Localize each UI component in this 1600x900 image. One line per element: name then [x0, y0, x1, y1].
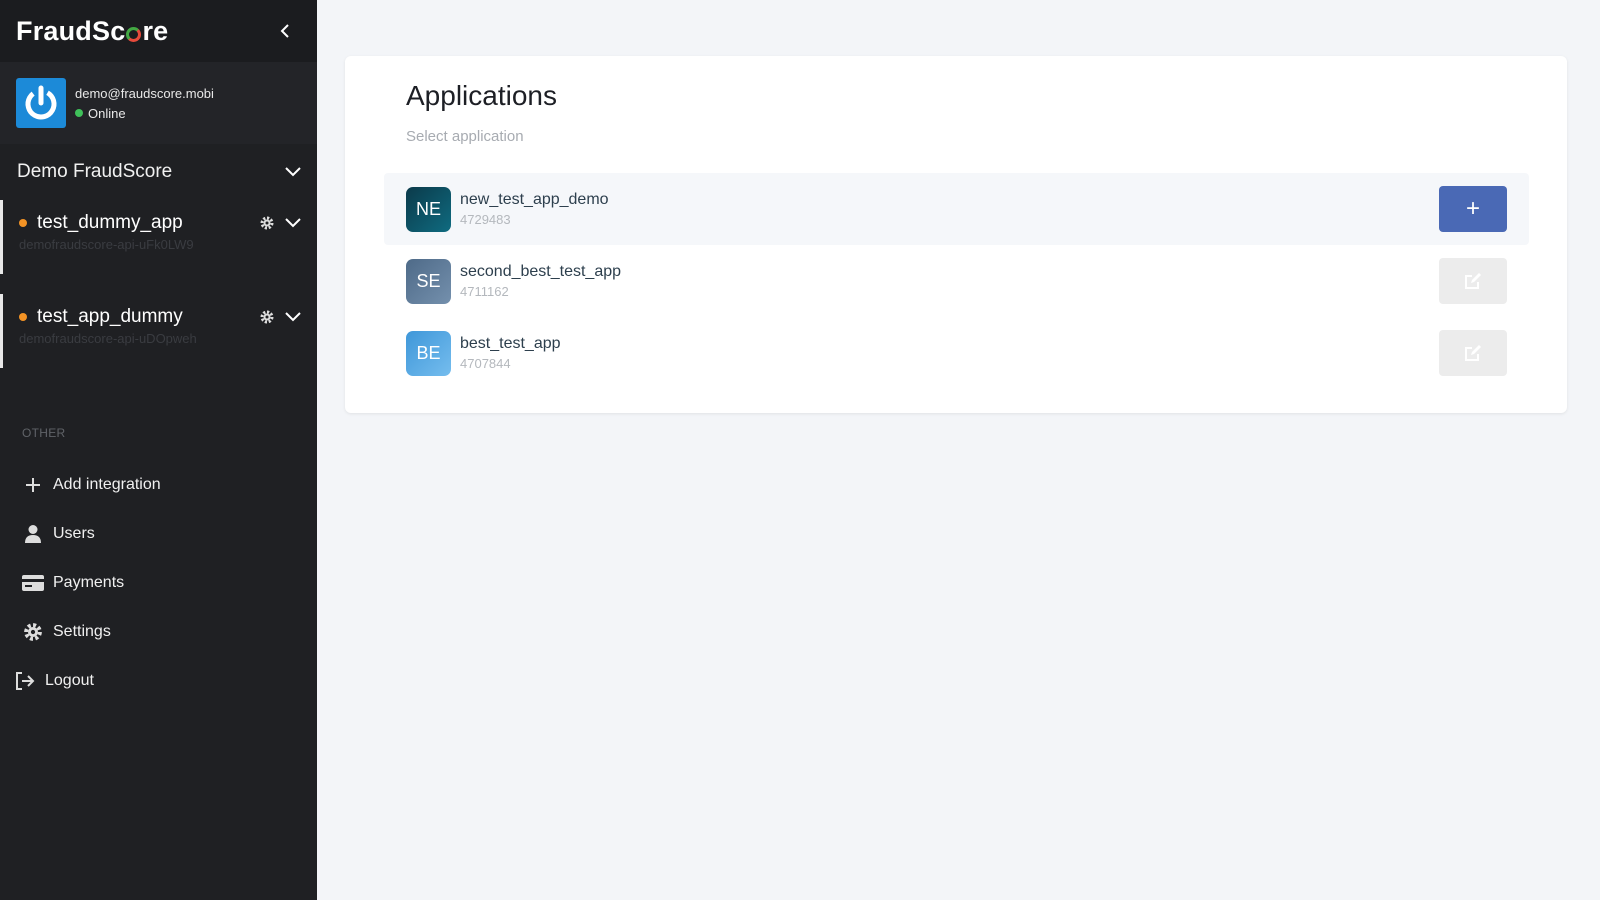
user-status-label: Online [88, 105, 126, 121]
edit-application-button[interactable] [1439, 258, 1507, 304]
brand-logo-suffix: re [142, 15, 169, 46]
edit-icon [1465, 273, 1481, 289]
chevron-down-icon[interactable] [285, 218, 301, 228]
edit-icon [1465, 345, 1481, 361]
page-subtitle: Select application [406, 128, 524, 145]
application-row[interactable]: SE second_best_test_app 4711162 [384, 245, 1529, 317]
nav-settings[interactable]: Settings [0, 607, 317, 656]
organization-selector[interactable]: Demo FraudScore [0, 144, 317, 200]
chevron-left-icon [280, 24, 289, 38]
user-profile: demo@fraudscore.mobi Online [0, 62, 317, 144]
add-application-button[interactable]: + [1439, 186, 1507, 232]
nav-logout-label: Logout [45, 671, 94, 689]
nav-add-integration[interactable]: Add integration [0, 460, 317, 509]
application-row[interactable]: NE new_test_app_demo 4729483 + [384, 173, 1529, 245]
nav-payments[interactable]: Payments [0, 558, 317, 607]
collapse-sidebar-button[interactable] [275, 21, 295, 41]
section-label-other: OTHER [22, 426, 66, 440]
application-id: 4729483 [460, 212, 511, 227]
applications-card: Applications Select application NE new_t… [345, 56, 1567, 413]
sidebar-app-subtitle: demofraudscore-api-uFk0LW9 [19, 237, 194, 252]
gear-icon [24, 622, 42, 641]
organization-name: Demo FraudScore [17, 161, 173, 182]
sidebar-app-item[interactable]: test_dummy_app demofraudscore-api-uFk0LW… [0, 200, 317, 274]
application-id: 4707844 [460, 356, 511, 371]
gear-icon[interactable] [259, 309, 275, 325]
sidebar-app-name: test_dummy_app [37, 212, 183, 233]
user-status: Online [75, 106, 214, 121]
sidebar: FraudSc re demo@fraudscore.mobi Online De… [0, 0, 317, 900]
gear-icon[interactable] [259, 215, 275, 231]
nav-payments-label: Payments [53, 573, 125, 591]
avatar[interactable] [16, 78, 66, 128]
brand-logo-prefix: FraudSc [16, 15, 126, 46]
nav-add-integration-label: Add integration [53, 475, 161, 493]
app-status-dot-icon [19, 313, 27, 321]
brand-logo[interactable]: FraudSc re [16, 16, 168, 47]
nav-logout[interactable]: Logout [0, 656, 317, 705]
logout-icon [16, 671, 35, 690]
app-initials: SE [416, 270, 441, 291]
app-initials: NE [415, 198, 441, 219]
user-email: demo@fraudscore.mobi [75, 85, 214, 101]
application-name: second_best_test_app [460, 263, 622, 280]
brand-logo-o-icon [126, 26, 142, 42]
sidebar-app-item[interactable]: test_app_dummy demofraudscore-api-uDOpwe… [0, 294, 317, 368]
user-info: demo@fraudscore.mobi Online [75, 86, 214, 121]
user-icon [25, 524, 41, 543]
page-title: Applications [406, 80, 557, 111]
app-initials-badge: NE [406, 186, 451, 232]
application-name: best_test_app [460, 335, 561, 352]
edit-application-button[interactable] [1439, 330, 1507, 376]
sidebar-app-name: test_app_dummy [37, 306, 183, 327]
brand-bar: FraudSc re [0, 0, 317, 62]
app-initials-badge: BE [406, 330, 451, 376]
applications-list: NE new_test_app_demo 4729483 + SE second… [384, 173, 1529, 389]
app-initials-badge: SE [406, 258, 451, 304]
chevron-down-icon [285, 167, 301, 177]
credit-card-icon [22, 574, 44, 591]
plus-icon [26, 477, 40, 492]
app-initials: BE [416, 342, 441, 363]
sidebar-app-subtitle: demofraudscore-api-uDOpweh [19, 331, 197, 346]
nav-users-label: Users [53, 524, 95, 542]
app-status-dot-icon [19, 219, 27, 227]
online-dot-icon [75, 109, 83, 117]
application-id: 4711162 [460, 284, 509, 299]
nav-settings-label: Settings [53, 622, 111, 640]
power-icon [25, 85, 57, 120]
chevron-down-icon[interactable] [285, 312, 301, 322]
nav-users[interactable]: Users [0, 509, 317, 558]
application-row[interactable]: BE best_test_app 4707844 [384, 317, 1529, 389]
plus-icon: + [1465, 195, 1480, 222]
application-name: new_test_app_demo [460, 191, 609, 208]
